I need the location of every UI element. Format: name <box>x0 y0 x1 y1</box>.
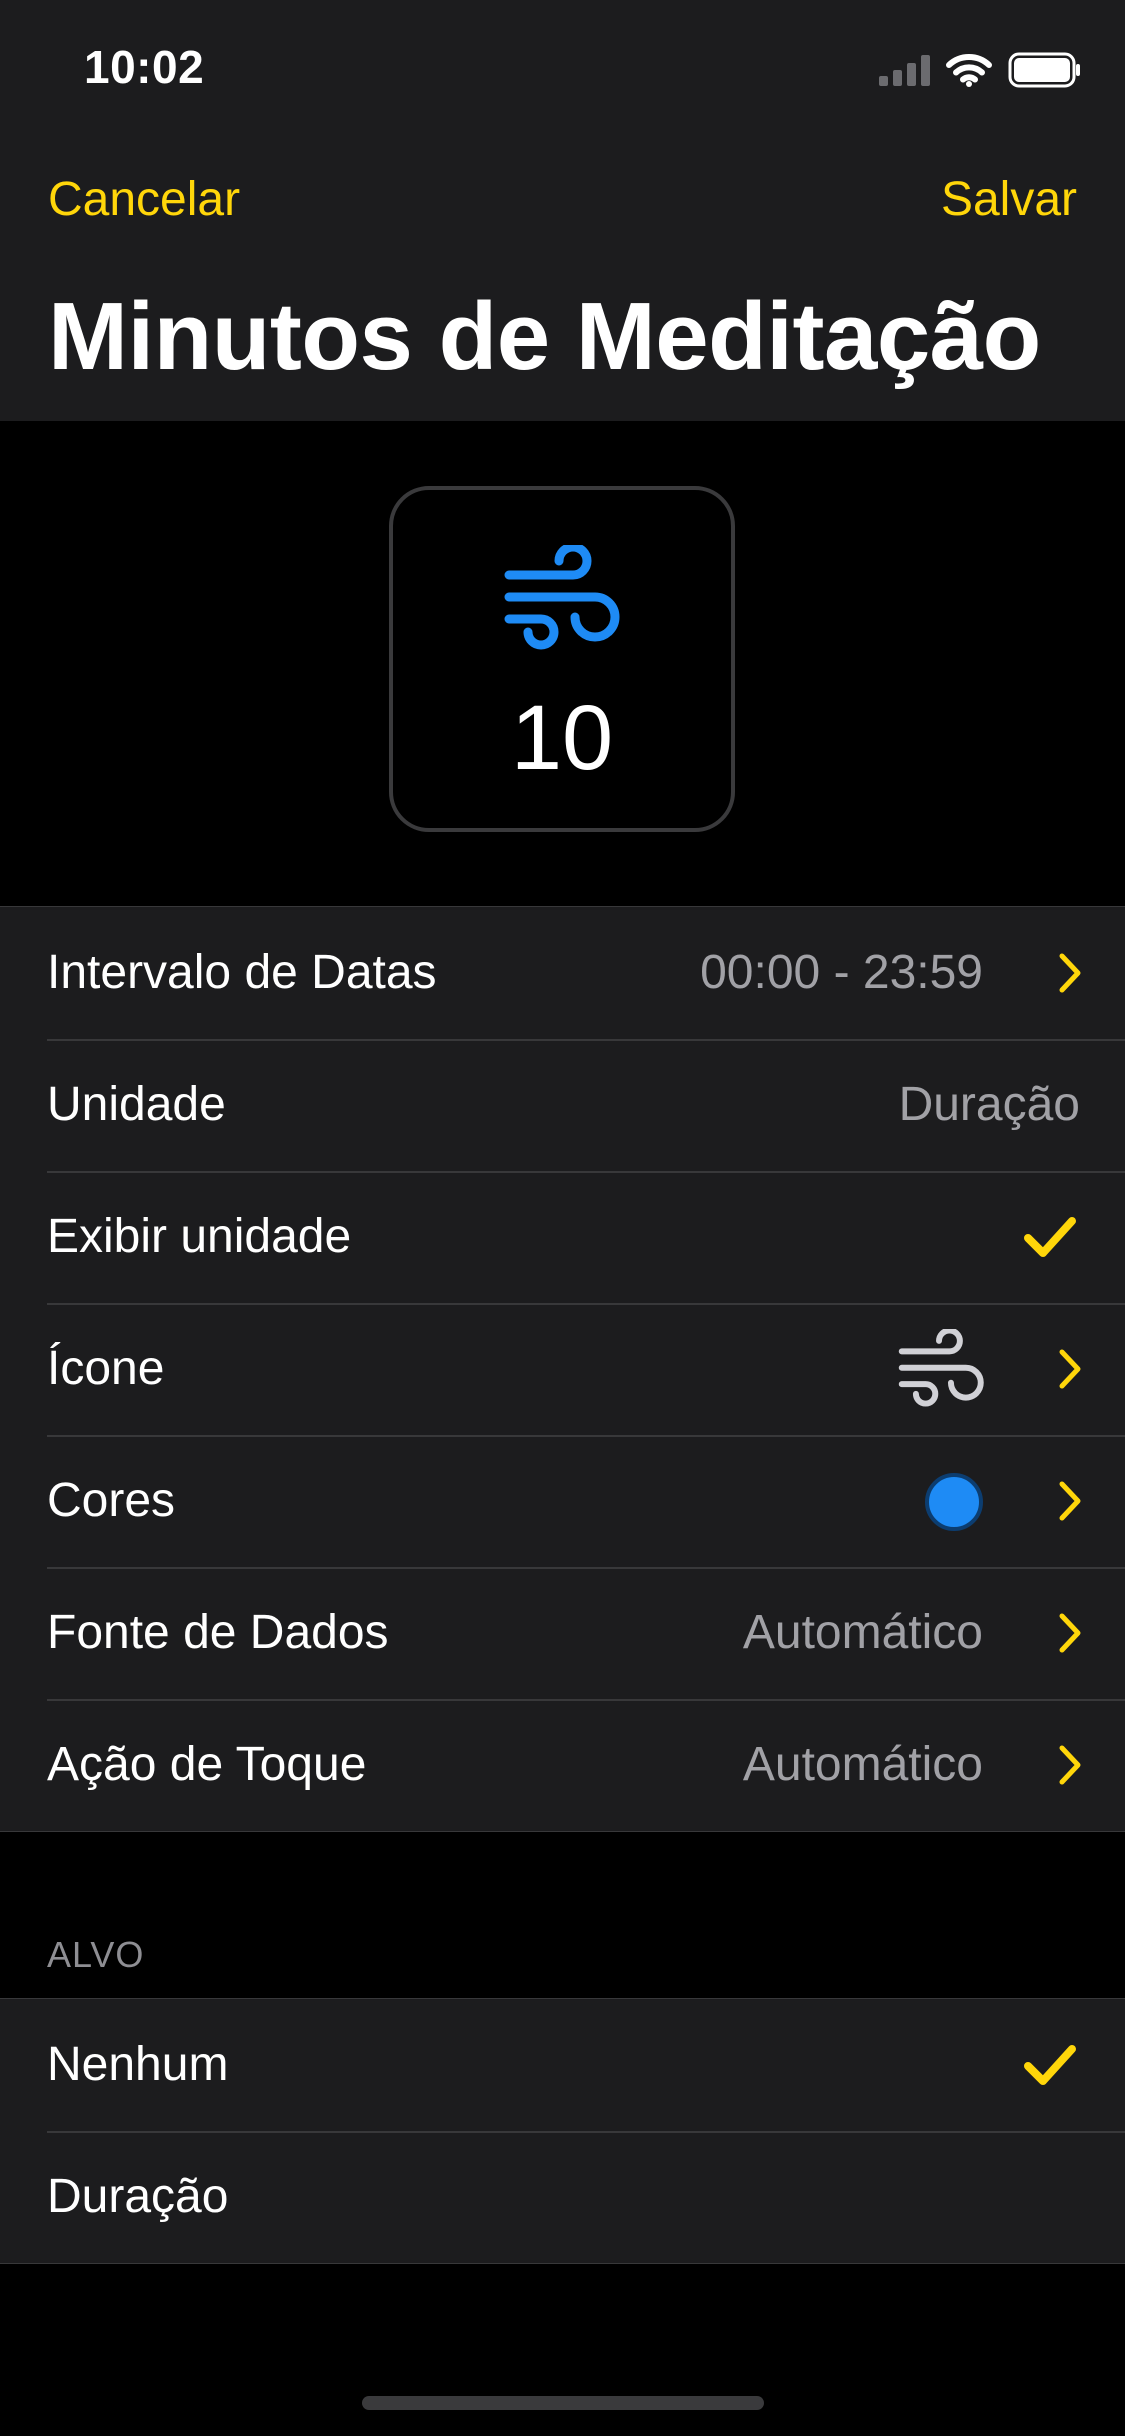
row-value: Automático <box>742 1738 983 1791</box>
header: 10:02 Cancelar Salvar Minutos de Meditaç… <box>0 0 1125 421</box>
screen: 10:02 Cancelar Salvar Minutos de Meditaç… <box>0 0 1125 2436</box>
date-range-row[interactable]: Intervalo de Datas 00:00 - 23:59 <box>0 907 1125 1039</box>
status-icons <box>879 50 1082 90</box>
row-label: Exibir unidade <box>47 1210 352 1263</box>
section-header-target: ALVO <box>47 1934 145 1975</box>
preview-value: 10 <box>510 687 614 789</box>
widget-preview: 10 <box>389 486 735 832</box>
chevron-right-icon <box>1059 953 1081 993</box>
cellular-signal-icon <box>879 54 930 86</box>
wind-icon <box>504 545 620 650</box>
row-label: Ícone <box>47 1342 165 1395</box>
chevron-right-icon <box>1059 1481 1081 1521</box>
checkmark-icon <box>1024 2045 1076 2085</box>
status-bar: 10:02 <box>0 0 1125 135</box>
chevron-right-icon <box>1059 1613 1081 1653</box>
page-title: Minutos de Meditação <box>48 283 1041 390</box>
row-label: Unidade <box>47 1078 226 1131</box>
status-time: 10:02 <box>84 41 205 93</box>
tap-action-row[interactable]: Ação de Toque Automático <box>0 1699 1125 1831</box>
wind-icon <box>898 1329 984 1407</box>
color-swatch <box>925 1473 983 1531</box>
row-value: Duração <box>898 1078 1080 1131</box>
battery-icon <box>1008 52 1080 88</box>
chevron-right-icon <box>1059 1745 1081 1785</box>
row-label: Cores <box>47 1474 176 1527</box>
row-value: Automático <box>742 1606 983 1659</box>
icon-row[interactable]: Ícone <box>0 1303 1125 1435</box>
cancel-button[interactable]: Cancelar <box>48 172 240 227</box>
colors-row[interactable]: Cores <box>0 1435 1125 1567</box>
target-option-none[interactable]: Nenhum <box>0 1999 1125 2131</box>
row-label: Nenhum <box>47 2038 229 2091</box>
chevron-right-icon <box>1059 1349 1081 1389</box>
save-button[interactable]: Salvar <box>941 172 1077 227</box>
unit-row[interactable]: Unidade Duração <box>0 1039 1125 1171</box>
row-label: Intervalo de Datas <box>47 946 437 999</box>
data-source-row[interactable]: Fonte de Dados Automático <box>0 1567 1125 1699</box>
home-indicator[interactable] <box>362 2396 764 2410</box>
target-option-duration[interactable]: Duração <box>0 2131 1125 2263</box>
widget-preview-area: 10 <box>0 421 1125 907</box>
checkmark-icon <box>1024 1217 1076 1257</box>
settings-group: Intervalo de Datas 00:00 - 23:59 Unidade… <box>0 906 1125 1832</box>
show-unit-row[interactable]: Exibir unidade <box>0 1171 1125 1303</box>
row-label: Fonte de Dados <box>47 1606 389 1659</box>
target-group: Nenhum Duração <box>0 1998 1125 2264</box>
row-label: Duração <box>47 2170 229 2223</box>
row-label: Ação de Toque <box>47 1738 367 1791</box>
wifi-icon <box>946 54 992 87</box>
row-value: 00:00 - 23:59 <box>700 946 983 999</box>
